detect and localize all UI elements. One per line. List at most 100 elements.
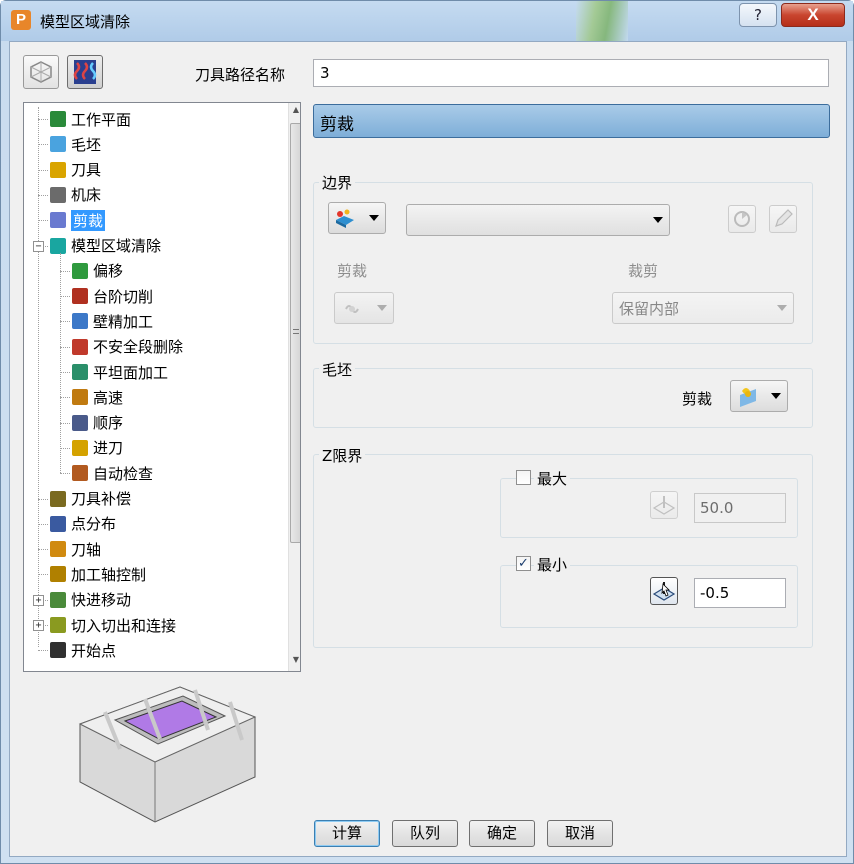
- tree-item-label: 平坦面加工: [93, 363, 169, 382]
- boundary-group-label: 边界: [319, 172, 356, 193]
- tree-item[interactable]: 点分布: [50, 512, 116, 536]
- tree-item[interactable]: 工作平面: [50, 107, 131, 131]
- start-point-icon: [50, 642, 66, 659]
- title-bar[interactable]: P 模型区域清除 ? X: [1, 1, 853, 41]
- tree-item[interactable]: 机床: [50, 183, 101, 207]
- tree-item-label: 不安全段删除: [93, 338, 184, 357]
- flat-machining-icon: [72, 364, 88, 380]
- boundary-select[interactable]: [406, 204, 670, 236]
- tree-item-label: 壁精加工: [93, 312, 154, 331]
- stock-trim-label: 剪裁: [682, 390, 713, 408]
- tree-item[interactable]: 进刀: [72, 436, 123, 460]
- scrollbar-thumb[interactable]: [290, 123, 300, 543]
- trim-type-dropdown[interactable]: [334, 292, 394, 324]
- z-max-input[interactable]: 50.0: [694, 493, 786, 523]
- tree-connector: [38, 144, 48, 146]
- tree-item[interactable]: 自动检查: [72, 461, 153, 485]
- tool-preview-image: [78, 686, 257, 823]
- tree-item[interactable]: 刀具补偿: [50, 487, 131, 511]
- tree-item[interactable]: 壁精加工: [72, 309, 153, 333]
- trim-outside-icon: [345, 305, 359, 313]
- tree-connector: [38, 549, 48, 551]
- z-min-input[interactable]: -0.5: [694, 578, 786, 608]
- calculate-button[interactable]: 计算: [314, 820, 380, 847]
- stock-block-icon: [50, 136, 66, 153]
- help-button[interactable]: ?: [739, 3, 777, 27]
- tree-item[interactable]: 高速: [72, 385, 123, 409]
- z-limits-group-label: Z限界: [319, 445, 366, 466]
- pencil-icon: [775, 209, 793, 227]
- edit-boundary-button[interactable]: [769, 205, 797, 233]
- tree-item[interactable]: 毛坯: [50, 132, 101, 156]
- z-max-pick-button[interactable]: [650, 491, 678, 519]
- scroll-up-icon[interactable]: ▲: [289, 105, 300, 121]
- pick-height-icon: [652, 496, 676, 515]
- tree-item[interactable]: 切入切出和连接: [50, 613, 176, 637]
- unsafe-remove-icon: [72, 338, 88, 355]
- scroll-down-icon[interactable]: ▼: [289, 655, 300, 671]
- strategy-editor-button[interactable]: [67, 55, 103, 89]
- tree-item[interactable]: 快进移动: [50, 588, 131, 612]
- tree-item[interactable]: 模型区域清除: [50, 234, 161, 258]
- stock-trim-icon: [740, 388, 756, 407]
- tree-item-label: 台阶切削: [93, 287, 154, 306]
- rapid-move-icon: [50, 591, 66, 608]
- ok-button[interactable]: 确定: [469, 820, 535, 847]
- tree-item-label: 机床: [71, 186, 102, 205]
- axis-control-icon: [50, 566, 66, 583]
- trim-icon: [50, 212, 66, 229]
- tree-item[interactable]: 顺序: [72, 411, 123, 435]
- z-max-checkbox[interactable]: [516, 470, 531, 485]
- tree-connector: [60, 270, 70, 272]
- tree-item-label: 剪裁: [71, 209, 106, 231]
- keep-region-value: 保留内部: [619, 300, 680, 318]
- select-boundary-button[interactable]: [728, 205, 756, 233]
- tree-item[interactable]: 刀轴: [50, 537, 101, 561]
- tree-item-label: 工作平面: [71, 110, 132, 129]
- dialog-body: 刀具路径名称 3 ▲ ▼ 工作平面 毛坯 刀具 机床 剪裁 模型区域清除 偏移 台阶切削 壁精加…: [9, 41, 847, 857]
- toolpath-view-button[interactable]: [23, 55, 59, 89]
- tree-item[interactable]: 剪裁: [50, 208, 106, 232]
- tree-item[interactable]: 平坦面加工: [72, 360, 168, 384]
- tree-item-label: 毛坯: [71, 135, 102, 154]
- section-header-trim: 剪裁: [313, 104, 830, 138]
- tree-item-label: 刀具: [71, 161, 102, 180]
- title-bar-decoration: [576, 1, 628, 41]
- tree-item[interactable]: 不安全段删除: [72, 335, 183, 359]
- z-min-checkbox[interactable]: ✓: [516, 556, 531, 571]
- keep-region-dropdown[interactable]: 保留内部: [612, 292, 794, 324]
- tree-connector: [60, 447, 70, 449]
- boundary-type-dropdown[interactable]: [328, 202, 386, 234]
- tree-item-label: 顺序: [93, 414, 124, 433]
- tree-item[interactable]: 加工轴控制: [50, 562, 146, 586]
- strategy-tree[interactable]: ▲ ▼ 工作平面毛坯刀具机床剪裁模型区域清除 偏移台阶切削壁精加工不安全段删除 平坦…: [23, 102, 301, 672]
- expand-icon[interactable]: +: [33, 620, 44, 631]
- toolpath-name-input[interactable]: 3: [313, 59, 829, 87]
- z-min-pick-button[interactable]: [650, 577, 678, 605]
- tree-item[interactable]: 偏移: [72, 259, 123, 283]
- order-icon: [72, 414, 88, 431]
- tree-item[interactable]: 台阶切削: [72, 284, 153, 308]
- close-button[interactable]: X: [781, 3, 845, 27]
- chevron-down-icon: [777, 305, 787, 311]
- queue-button[interactable]: 队列: [392, 820, 458, 847]
- stock-trim-dropdown[interactable]: [730, 380, 788, 412]
- tree-item-label: 刀轴: [71, 540, 102, 559]
- model-view-icon: [30, 61, 52, 83]
- tree-connector: [60, 397, 70, 399]
- z-min-label: 最小: [534, 554, 571, 575]
- tree-item[interactable]: 开始点: [50, 638, 116, 662]
- step-cut-icon: [72, 288, 88, 305]
- tree-connector: [60, 422, 70, 424]
- tree-item[interactable]: 刀具: [50, 158, 101, 182]
- tree-scrollbar[interactable]: ▲ ▼: [288, 103, 300, 671]
- expand-icon[interactable]: +: [33, 594, 44, 606]
- boundary-icon: [336, 209, 354, 228]
- area-clear-icon: [50, 237, 66, 254]
- tool-compensation-icon: [50, 490, 66, 507]
- cancel-button[interactable]: 取消: [547, 820, 613, 847]
- pick-height-icon: [652, 582, 676, 601]
- collapse-icon[interactable]: −: [33, 240, 44, 252]
- lead-link-icon: [50, 617, 66, 633]
- boundary-select-icon: [734, 211, 750, 227]
